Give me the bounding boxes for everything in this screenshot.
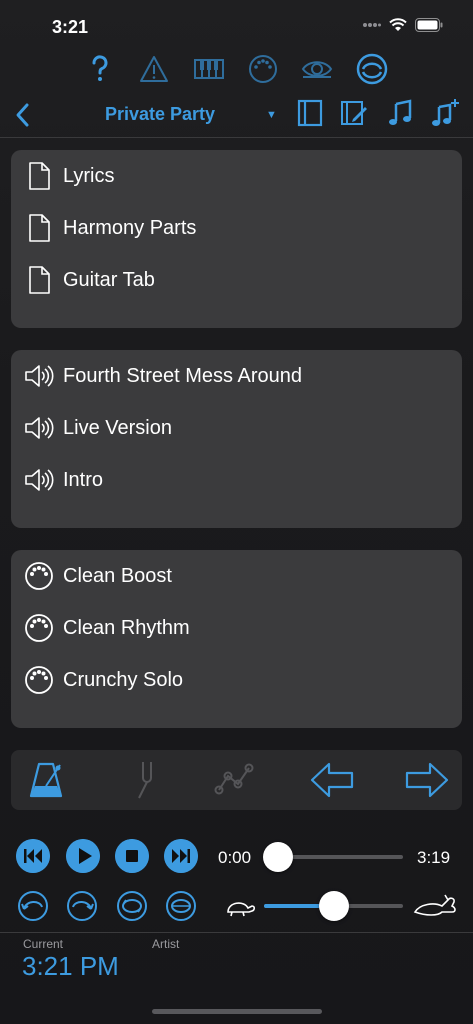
tuning-fork-icon[interactable] xyxy=(119,758,165,802)
music-note-icon[interactable] xyxy=(385,98,415,128)
play-icon[interactable] xyxy=(66,839,100,873)
list-item[interactable]: Lyrics xyxy=(23,156,114,196)
footer-divider xyxy=(0,932,473,933)
warning-icon[interactable] xyxy=(137,52,171,86)
audio-label: Live Version xyxy=(63,416,172,439)
rabbit-icon[interactable] xyxy=(412,892,458,920)
notebook-icon[interactable] xyxy=(295,98,325,128)
audio-label: Intro xyxy=(63,468,104,491)
automation-graph-icon[interactable] xyxy=(211,758,257,802)
back-chevron-icon[interactable] xyxy=(10,100,36,130)
speaker-icon xyxy=(25,365,54,387)
document-icon xyxy=(29,162,50,190)
artist-label: Artist xyxy=(152,937,180,951)
status-bar: 3:21 xyxy=(0,0,473,50)
midi-label: Crunchy Solo xyxy=(63,668,184,691)
speed-slider-knob[interactable] xyxy=(318,891,349,921)
midi-port-icon xyxy=(25,562,53,590)
loop-end-icon[interactable] xyxy=(66,890,98,922)
speaker-icon xyxy=(25,469,54,491)
list-item[interactable]: Fourth Street Mess Around xyxy=(23,356,302,396)
list-item[interactable]: Live Version xyxy=(23,408,172,448)
metronome-icon[interactable] xyxy=(23,758,69,802)
eye-icon[interactable] xyxy=(300,52,334,86)
battery-icon xyxy=(415,18,443,32)
edit-notebook-icon[interactable] xyxy=(339,98,369,128)
total-time: 3:19 xyxy=(417,848,451,867)
add-music-icon[interactable] xyxy=(430,98,460,128)
loop-toggle-icon[interactable] xyxy=(116,890,148,922)
current-time-label: Current xyxy=(23,937,64,951)
audio-label: Fourth Street Mess Around xyxy=(63,364,303,387)
signal-dots-icon xyxy=(363,23,381,27)
document-label: Harmony Parts xyxy=(63,216,197,239)
home-indicator xyxy=(152,1009,322,1014)
next-arrow-icon[interactable] xyxy=(404,758,450,802)
clock-value: 3:21 PM xyxy=(22,951,119,981)
audio-card: Fourth Street Mess Around Live Version I… xyxy=(11,350,462,528)
documents-card: Lyrics Harmony Parts Guitar Tab xyxy=(11,150,462,328)
transport-controls: 0:00 3:19 xyxy=(0,835,473,885)
top-toolbar xyxy=(0,52,473,90)
keyboard-icon[interactable] xyxy=(192,52,226,86)
loop-start-icon[interactable] xyxy=(17,890,49,922)
status-indicators xyxy=(363,18,443,32)
document-icon xyxy=(29,214,50,242)
turtle-icon[interactable] xyxy=(224,892,256,920)
previous-arrow-icon[interactable] xyxy=(309,758,355,802)
list-item[interactable]: Intro xyxy=(23,460,103,500)
stop-icon[interactable] xyxy=(115,839,149,873)
midi-card: Clean Boost Clean Rhythm Crunchy Solo xyxy=(11,550,462,728)
loop-speed-controls xyxy=(0,886,473,930)
tools-bar xyxy=(11,750,462,810)
wifi-icon xyxy=(389,18,407,31)
document-label: Lyrics xyxy=(63,164,115,187)
current-time: 0:00 xyxy=(218,848,252,867)
midi-label: Clean Boost xyxy=(63,564,172,587)
status-time: 3:21 xyxy=(52,17,89,37)
midi-label: Clean Rhythm xyxy=(63,616,190,639)
document-label: Guitar Tab xyxy=(63,268,155,291)
list-item[interactable]: Harmony Parts xyxy=(23,208,196,248)
document-icon xyxy=(29,266,50,294)
loop-repeat-icon[interactable] xyxy=(165,890,197,922)
nav-bar: Private Party ▼ xyxy=(0,94,473,138)
midi-icon[interactable] xyxy=(246,52,280,86)
song-title[interactable]: Private Party xyxy=(90,104,230,125)
position-slider-knob[interactable] xyxy=(263,842,293,872)
skip-forward-icon[interactable] xyxy=(164,839,198,873)
list-item[interactable]: Clean Boost xyxy=(23,556,172,596)
speaker-icon xyxy=(25,417,54,439)
list-item[interactable]: Clean Rhythm xyxy=(23,608,190,648)
list-item[interactable]: Crunchy Solo xyxy=(23,660,183,700)
skip-back-icon[interactable] xyxy=(16,839,50,873)
midi-port-icon xyxy=(25,614,53,642)
midi-port-icon xyxy=(25,666,53,694)
sync-icon[interactable] xyxy=(355,52,389,86)
help-icon[interactable] xyxy=(83,52,117,86)
list-item[interactable]: Guitar Tab xyxy=(23,260,155,300)
song-dropdown-arrow[interactable]: ▼ xyxy=(266,109,277,121)
